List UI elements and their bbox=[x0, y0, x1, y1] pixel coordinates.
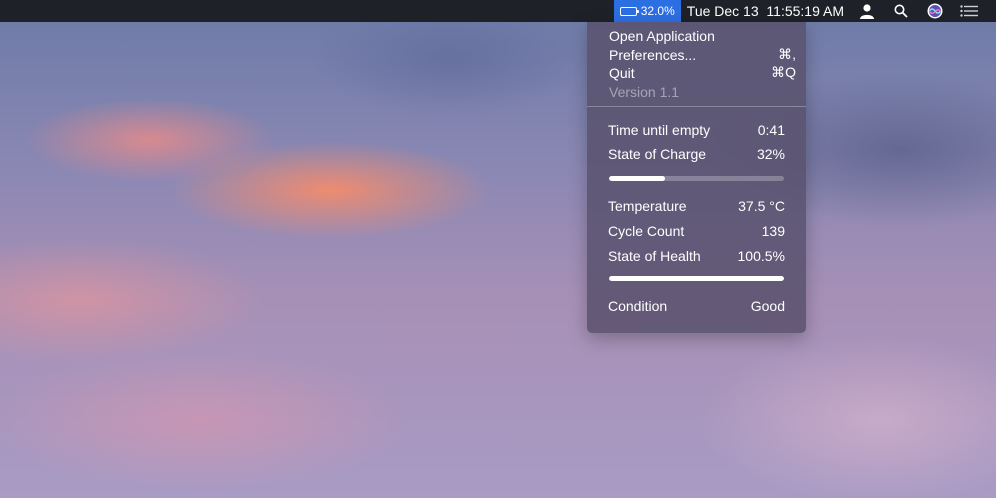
quit-label: Quit bbox=[609, 64, 635, 81]
quit-shortcut: ⌘Q bbox=[771, 64, 796, 80]
notification-center-icon[interactable] bbox=[952, 0, 986, 22]
battery-dropdown-menu: Open Application Preferences... ⌘, Quit … bbox=[587, 22, 806, 333]
health-progress-fill bbox=[609, 276, 784, 281]
state-of-charge-label: State of Charge bbox=[608, 145, 707, 162]
battery-percent: 32.0% bbox=[640, 4, 675, 18]
condition-label: Condition bbox=[608, 297, 668, 314]
state-of-charge-value: 32% bbox=[756, 145, 785, 162]
temperature-row: Temperature 37.5 °C bbox=[608, 196, 785, 215]
siri-icon[interactable] bbox=[918, 0, 952, 22]
state-of-charge-row: State of Charge 32% bbox=[608, 144, 785, 163]
preferences-menu-item[interactable]: Preferences... ⌘, bbox=[609, 45, 796, 64]
state-of-health-value: 100.5% bbox=[737, 247, 785, 264]
menubar-clock[interactable]: Tue Dec 13 11:55:19 AM bbox=[681, 3, 850, 19]
condition-value: Good bbox=[750, 297, 785, 314]
quit-menu-item[interactable]: Quit ⌘Q bbox=[609, 63, 796, 82]
temperature-value: 37.5 °C bbox=[738, 197, 785, 214]
state-of-health-label: State of Health bbox=[608, 247, 701, 264]
menu-bar: 32.0% Tue Dec 13 11:55:19 AM bbox=[0, 0, 996, 22]
time-until-empty-label: Time until empty bbox=[608, 121, 711, 138]
preferences-label: Preferences... bbox=[609, 46, 697, 63]
cycle-count-row: Cycle Count 139 bbox=[608, 221, 785, 240]
state-of-health-row: State of Health 100.5% bbox=[608, 246, 785, 265]
menu-separator bbox=[587, 106, 806, 107]
user-icon[interactable] bbox=[850, 0, 884, 22]
version-menu-item: Version 1.1 bbox=[609, 82, 796, 101]
temperature-label: Temperature bbox=[608, 197, 687, 214]
condition-row: Condition Good bbox=[608, 296, 785, 315]
version-label: Version 1.1 bbox=[609, 83, 680, 100]
preferences-shortcut: ⌘, bbox=[778, 46, 796, 62]
open-application-menu-item[interactable]: Open Application bbox=[609, 26, 796, 45]
health-progress-bar bbox=[609, 276, 784, 281]
battery-icon bbox=[619, 6, 639, 16]
time-until-empty-row: Time until empty 0:41 bbox=[608, 120, 785, 139]
cycle-count-label: Cycle Count bbox=[608, 222, 685, 239]
battery-status-item[interactable]: 32.0% bbox=[613, 0, 681, 22]
charge-progress-bar bbox=[609, 176, 784, 181]
time-until-empty-value: 0:41 bbox=[757, 121, 785, 138]
charge-progress-fill bbox=[609, 176, 665, 181]
cycle-count-value: 139 bbox=[761, 222, 785, 239]
open-application-label: Open Application bbox=[609, 27, 715, 44]
search-icon[interactable] bbox=[884, 0, 918, 22]
